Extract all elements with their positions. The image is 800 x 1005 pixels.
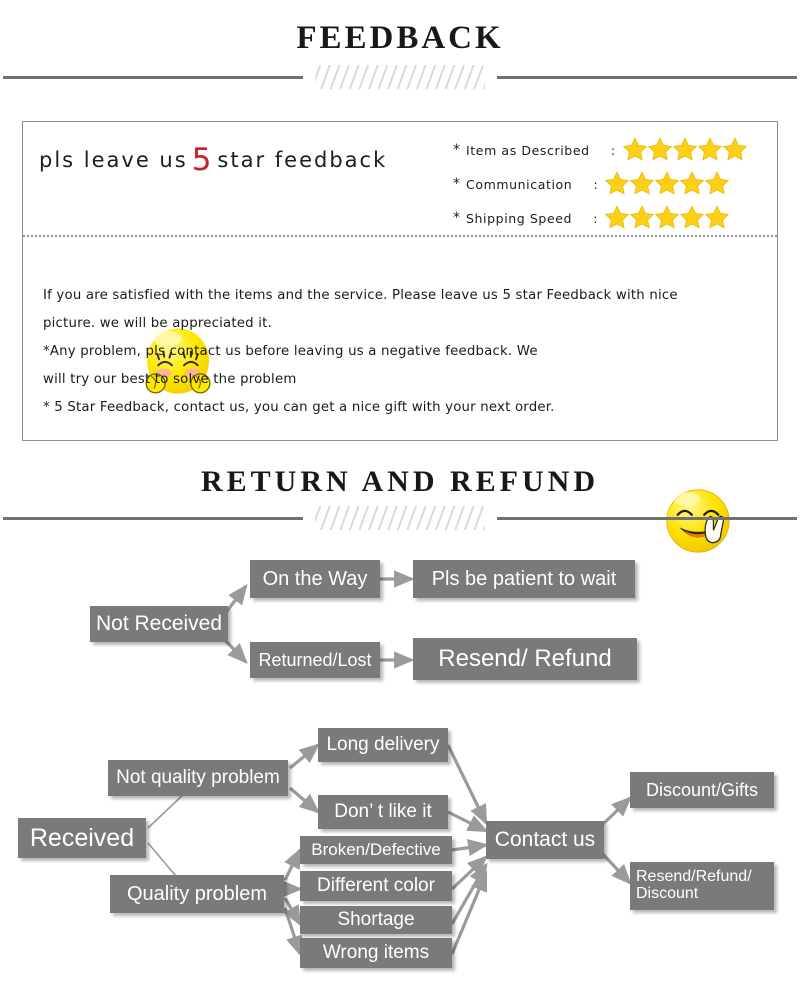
divider-rule-right: [497, 516, 797, 520]
body-line: picture. we will be appreciated it.: [43, 316, 272, 331]
feedback-panel: pls leave us 5 star feedback * Item as Des…: [22, 121, 778, 553]
node-shortage[interactable]: Shortage: [300, 906, 452, 934]
rating-label: Shipping Speed: [466, 210, 573, 226]
node-label: Received: [29, 823, 135, 852]
node-discount-gifts[interactable]: Discount/Gifts: [630, 772, 774, 808]
node-label: Resend/ Refund: [438, 645, 612, 673]
node-on-the-way[interactable]: On the Way: [250, 560, 380, 598]
node-quality-problem[interactable]: Quality problem: [110, 875, 284, 913]
rating-label: Item as Described: [466, 142, 590, 158]
return-section-title: RETURN AND REFUND: [200, 465, 599, 498]
node-label: Pls be patient to wait: [431, 567, 617, 590]
node-label: Returned/Lost: [258, 649, 372, 670]
node-resend-refund-discount[interactable]: Resend/Refund/ Discount: [630, 862, 774, 910]
asterisk-icon: *: [453, 176, 461, 192]
headline-pre: pls leave us: [39, 148, 188, 172]
asterisk-icon: *: [453, 142, 461, 158]
return-divider: [0, 505, 800, 531]
node-label: Quality problem: [126, 882, 268, 905]
node-label: Different color: [317, 875, 435, 897]
five-star-icons: [604, 204, 730, 233]
panel-dotted-separator: [23, 235, 777, 237]
node-different-color[interactable]: Different color: [300, 871, 452, 901]
rating-row-shipping-speed: * Shipping Speed :: [453, 203, 773, 233]
node-received[interactable]: Received: [18, 818, 146, 858]
rating-row-item-as-described: * Item as Described :: [453, 135, 773, 165]
body-line: * 5 Star Feedback, contact us, you can g…: [43, 400, 555, 415]
node-dont-like-it[interactable]: Don’ t like it: [318, 795, 448, 829]
node-label: On the Way: [262, 567, 368, 590]
rating-colon: :: [593, 176, 599, 192]
node-label-line1: Resend/Refund/: [636, 868, 752, 886]
rating-colon: :: [610, 142, 616, 158]
node-resend-refund[interactable]: Resend/ Refund: [413, 638, 637, 680]
asterisk-icon: *: [453, 210, 461, 226]
node-label: Shortage: [337, 909, 415, 931]
body-line: If you are satisfied with the items and …: [43, 288, 678, 303]
node-label: Not quality problem: [116, 767, 280, 789]
node-label: Discount/Gifts: [645, 779, 759, 800]
divider-hatch: [315, 506, 485, 530]
node-broken-defective[interactable]: Broken/Defective: [300, 836, 452, 864]
feedback-body-text: If you are satisfied with the items and …: [43, 282, 769, 422]
node-wrong-items[interactable]: Wrong items: [300, 938, 452, 968]
headline-post: star feedback: [217, 148, 388, 172]
feedback-headline: pls leave us 5 star feedback: [39, 142, 387, 178]
node-label: Wrong items: [322, 942, 430, 964]
node-contact-us[interactable]: Contact us: [486, 821, 604, 859]
node-label-line2: Discount: [636, 885, 699, 902]
node-pls-be-patient-to-wait[interactable]: Pls be patient to wait: [413, 560, 635, 598]
node-not-received[interactable]: Not Received: [90, 606, 228, 642]
return-refund-flowchart: Not Received On the Way Pls be patient t…: [0, 540, 800, 980]
divider-rule-left: [3, 516, 303, 520]
node-label: Broken/Defective: [311, 840, 441, 860]
feedback-divider: [0, 64, 800, 90]
divider-hatch: [315, 65, 485, 89]
five-star-icons: [622, 136, 747, 165]
rating-list: * Item as Described : * Communication : …: [453, 135, 773, 237]
headline-star-count: 5: [191, 142, 214, 178]
node-label: Contact us: [494, 827, 596, 851]
node-label: Not Received: [95, 611, 223, 635]
node-not-quality-problem[interactable]: Not quality problem: [108, 760, 288, 796]
node-label: Long delivery: [326, 734, 440, 756]
five-star-icons: [604, 170, 730, 199]
feedback-return-refund-page: FEEDBACK pls leave us 5 star feedback * It…: [0, 0, 800, 1005]
rating-label: Communication: [466, 176, 573, 192]
divider-rule-left: [3, 75, 303, 79]
node-label: Don’ t like it: [334, 801, 432, 823]
node-returned-lost[interactable]: Returned/Lost: [250, 642, 380, 678]
body-line: will try our best to solve the problem: [43, 372, 297, 387]
rating-row-communication: * Communication :: [453, 169, 773, 199]
body-line: *Any problem, pls contact us before leav…: [43, 344, 538, 359]
rating-colon: :: [593, 210, 599, 226]
feedback-section-title: FEEDBACK: [296, 20, 504, 56]
node-long-delivery[interactable]: Long delivery: [318, 728, 448, 762]
divider-rule-right: [497, 75, 797, 79]
